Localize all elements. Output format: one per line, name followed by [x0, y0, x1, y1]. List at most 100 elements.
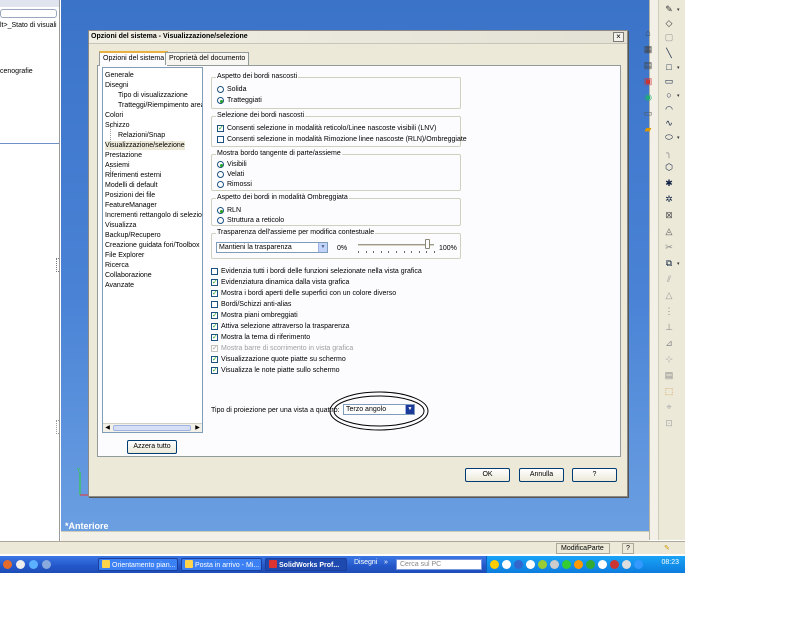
tree-item-visualizza[interactable]: Visualizza: [105, 221, 136, 230]
pane-splitter-handle[interactable]: [56, 258, 59, 272]
pane-splitter-handle-lower[interactable]: [56, 420, 59, 434]
radio-reticolo[interactable]: [217, 217, 224, 224]
point-icon[interactable]: ✱: [664, 178, 674, 188]
parts-icon[interactable]: ▦: [643, 44, 653, 54]
tree-item-posizioni-file[interactable]: Posizioni dei file: [105, 191, 155, 200]
taskbar-search-input[interactable]: Cerca sul PC: [396, 559, 482, 570]
close-button[interactable]: ×: [613, 32, 624, 42]
toolbar-more[interactable]: »: [381, 558, 393, 571]
reset-all-button[interactable]: Azzera tutto: [127, 440, 177, 454]
quicklaunch-media-icon[interactable]: [42, 560, 51, 569]
chevron-down-icon[interactable]: ▾: [677, 65, 680, 71]
offset-icon[interactable]: ⧉: [664, 258, 674, 268]
checkbox-flat-dimensions[interactable]: ✓: [211, 356, 218, 363]
pattern-icon[interactable]: ⋮: [664, 306, 674, 316]
tray-icon[interactable]: [502, 560, 511, 569]
volume-icon[interactable]: [622, 560, 631, 569]
help-status-icon[interactable]: ?: [622, 543, 634, 554]
checkbox-highlight-edges[interactable]: [211, 268, 218, 275]
folder-icon[interactable]: ▰: [643, 124, 653, 134]
move-icon[interactable]: △: [664, 290, 674, 300]
tree-item-display-state[interactable]: lt>_Stato di visuali: [0, 22, 57, 29]
exit-sketch-icon[interactable]: ▢: [664, 32, 674, 42]
tree-horizontal-scrollbar[interactable]: ◀ ▶: [103, 423, 202, 432]
quicklaunch-browser-icon[interactable]: [29, 560, 38, 569]
rectangle-icon[interactable]: □: [664, 62, 674, 72]
tree-item-scenes[interactable]: cenografie: [0, 68, 33, 75]
start-icon[interactable]: [3, 560, 12, 569]
trim-icon[interactable]: ✂: [664, 242, 674, 252]
tree-item-prestazione[interactable]: Prestazione: [105, 151, 142, 160]
mirror-icon[interactable]: ⫽: [664, 274, 674, 284]
tray-icon[interactable]: [610, 560, 619, 569]
feature-filter-input[interactable]: [0, 9, 57, 18]
ok-button[interactable]: OK: [465, 468, 510, 482]
tree-item-file-explorer[interactable]: File Explorer: [105, 251, 144, 260]
checkbox-flat-notes[interactable]: ✓: [211, 367, 218, 374]
radio-rimossi[interactable]: [217, 181, 224, 188]
toolbar-disegni[interactable]: Disegni: [351, 558, 381, 571]
document-icon[interactable]: ▭: [643, 108, 653, 118]
line-icon[interactable]: ╲: [664, 48, 674, 58]
tree-item-modelli-default[interactable]: Modelli di default: [105, 181, 158, 190]
help-button[interactable]: ?: [572, 468, 617, 482]
tray-icon[interactable]: [562, 560, 571, 569]
tray-icon[interactable]: [490, 560, 499, 569]
chevron-down-icon[interactable]: ▾: [677, 7, 680, 13]
tree-item-generale[interactable]: Generale: [105, 71, 134, 80]
tray-icon[interactable]: [538, 560, 547, 569]
checkbox-select-through-transparency[interactable]: ✓: [211, 323, 218, 330]
repair-icon[interactable]: ⊿: [664, 338, 674, 348]
appearance-icon[interactable]: ◉: [643, 92, 653, 102]
arc-icon[interactable]: ◠: [664, 104, 674, 114]
tree-item-avanzate[interactable]: Avanzate: [105, 281, 134, 290]
tray-icon[interactable]: [550, 560, 559, 569]
shaded-sketch-icon[interactable]: ⌖: [664, 402, 674, 412]
radio-tratteggiati[interactable]: [217, 97, 224, 104]
tab-document-properties[interactable]: Proprietà del documento: [165, 52, 250, 65]
scroll-right-icon[interactable]: ▶: [193, 424, 202, 432]
tree-item-incrementi[interactable]: Incrementi rettangolo di selezione: [105, 211, 202, 220]
fillet-icon[interactable]: ╮: [664, 148, 674, 158]
radio-solida[interactable]: [217, 86, 224, 93]
quick-snaps-icon[interactable]: ⊹: [664, 354, 674, 364]
chevron-down-icon[interactable]: ▾: [677, 93, 680, 99]
slider-track[interactable]: [358, 244, 434, 246]
chevron-down-icon[interactable]: ▾: [677, 135, 680, 141]
slot-icon[interactable]: ▭: [664, 76, 674, 86]
tree-item-ricerca[interactable]: Ricerca: [105, 261, 129, 270]
checkbox-rln[interactable]: [217, 136, 224, 143]
checkbox-lnv[interactable]: ✓: [217, 125, 224, 132]
tree-item-tipo-visualizzazione[interactable]: Tipo di visualizzazione: [118, 91, 188, 100]
tree-item-riferimenti-esterni[interactable]: Riferimenti esterni: [105, 171, 161, 180]
slider-thumb[interactable]: [424, 239, 430, 249]
checkbox-shaded-planes[interactable]: ✓: [211, 312, 218, 319]
checkbox-reference-triad[interactable]: ✓: [211, 334, 218, 341]
tree-item-assiemi[interactable]: Assiemi: [105, 161, 130, 170]
tray-icon[interactable]: [598, 560, 607, 569]
relations-icon[interactable]: ⊥: [664, 322, 674, 332]
spline-icon[interactable]: ∿: [664, 118, 674, 128]
centerline-icon[interactable]: ✲: [664, 194, 674, 204]
scroll-left-icon[interactable]: ◀: [103, 424, 112, 432]
checkbox-anti-alias[interactable]: [211, 301, 218, 308]
sketch-icon[interactable]: ✎: [664, 4, 674, 14]
radio-velati[interactable]: [217, 171, 224, 178]
tray-icon[interactable]: [574, 560, 583, 569]
projection-type-select[interactable]: Terzo angolo ▼: [343, 404, 415, 415]
chevron-down-icon[interactable]: ▼: [405, 405, 414, 414]
circle-icon[interactable]: ○: [664, 90, 674, 100]
text-icon[interactable]: ⊠: [664, 210, 674, 220]
taskbar-item-orientation[interactable]: Orientamento pian...: [98, 558, 178, 571]
library-icon[interactable]: ▤: [643, 60, 653, 70]
tab-system-options[interactable]: Opzioni del sistema: [99, 51, 169, 66]
tray-icon[interactable]: [514, 560, 523, 569]
instant-2d-icon[interactable]: ⊡: [664, 418, 674, 428]
home-icon[interactable]: ⌂: [643, 28, 653, 38]
rapid-sketch-icon[interactable]: ⬚: [664, 386, 674, 396]
scroll-thumb[interactable]: [113, 425, 191, 431]
search-results-icon[interactable]: ▣: [643, 76, 653, 86]
tree-item-colori[interactable]: Colori: [105, 111, 123, 120]
chevron-down-icon[interactable]: ▾: [677, 261, 680, 267]
quicklaunch-desktop-icon[interactable]: [16, 560, 25, 569]
